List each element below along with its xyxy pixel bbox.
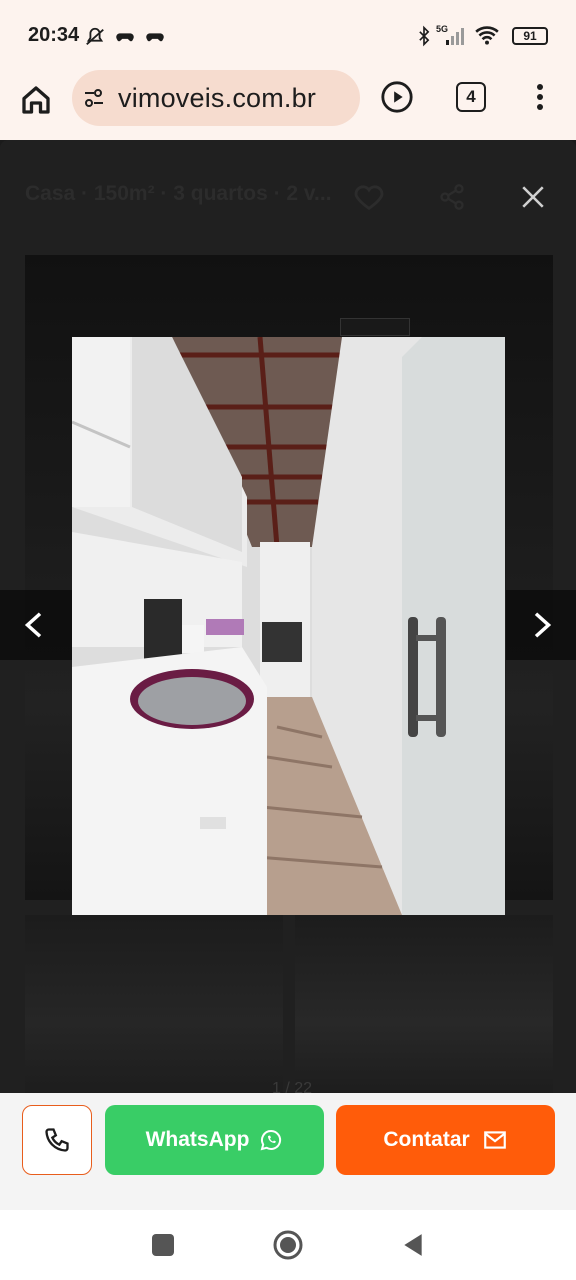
- gamepad-icon: [116, 33, 134, 42]
- gamepad-icon: [146, 33, 164, 42]
- back-icon[interactable]: [400, 1232, 426, 1258]
- next-photo-button[interactable]: [506, 590, 576, 660]
- heart-icon[interactable]: [352, 180, 386, 214]
- phone-icon: [45, 1128, 69, 1152]
- tabs-button[interactable]: 4: [456, 82, 486, 112]
- close-icon[interactable]: [520, 184, 546, 210]
- photo-gallery-modal: Casa · 150m² · 3 quartos · 2 v... 1 / 22: [0, 140, 576, 1095]
- home-icon[interactable]: [18, 82, 54, 118]
- home-nav-icon[interactable]: [272, 1229, 304, 1261]
- chevron-right-icon: [534, 612, 552, 638]
- system-navigation-bar: [0, 1210, 576, 1280]
- background-ceiling-lamp: [340, 318, 410, 336]
- more-vert-icon[interactable]: [528, 80, 552, 114]
- browser-toolbar: vimoveis.com.br 4: [0, 70, 576, 140]
- play-icon[interactable]: [380, 80, 414, 114]
- share-icon[interactable]: [438, 182, 466, 212]
- contact-label: Contatar: [383, 1128, 470, 1151]
- signal-icon: [446, 28, 464, 45]
- main-photo[interactable]: [72, 337, 505, 915]
- bluetooth-icon: [419, 25, 430, 47]
- screen: 20:34 5G 91 vimoveis.com.br 4 Casa · 150…: [0, 0, 576, 1280]
- status-bar: 20:34 5G 91: [0, 0, 576, 70]
- battery-level: 91: [523, 29, 537, 43]
- battery-icon: 91: [512, 27, 548, 45]
- address-bar[interactable]: vimoveis.com.br: [72, 70, 360, 126]
- contact-actions-bar: WhatsApp Contatar: [0, 1093, 576, 1210]
- wifi-icon: [475, 26, 499, 45]
- recents-icon[interactable]: [152, 1234, 174, 1256]
- previous-photo-button[interactable]: [0, 590, 72, 660]
- whatsapp-button[interactable]: WhatsApp: [105, 1105, 324, 1175]
- tab-count: 4: [466, 87, 476, 106]
- status-time: 20:34: [28, 24, 80, 46]
- listing-title: Casa · 150m² · 3 quartos · 2 v...: [25, 182, 332, 205]
- url-text: vimoveis.com.br: [118, 83, 317, 113]
- status-icons-left: [84, 26, 166, 48]
- mail-icon: [483, 1131, 506, 1149]
- mute-icon: [86, 27, 104, 46]
- call-button[interactable]: [22, 1105, 92, 1175]
- chevron-left-icon: [24, 612, 42, 638]
- thumbnail-photo-left[interactable]: [25, 915, 283, 1095]
- main-photo-image: [72, 337, 505, 915]
- site-settings-icon[interactable]: [82, 86, 106, 110]
- whatsapp-icon: [260, 1129, 282, 1151]
- gallery-header: Casa · 150m² · 3 quartos · 2 v...: [0, 140, 576, 250]
- contact-button[interactable]: Contatar: [336, 1105, 555, 1175]
- thumbnail-photo-right[interactable]: [295, 915, 553, 1095]
- whatsapp-label: WhatsApp: [145, 1128, 250, 1151]
